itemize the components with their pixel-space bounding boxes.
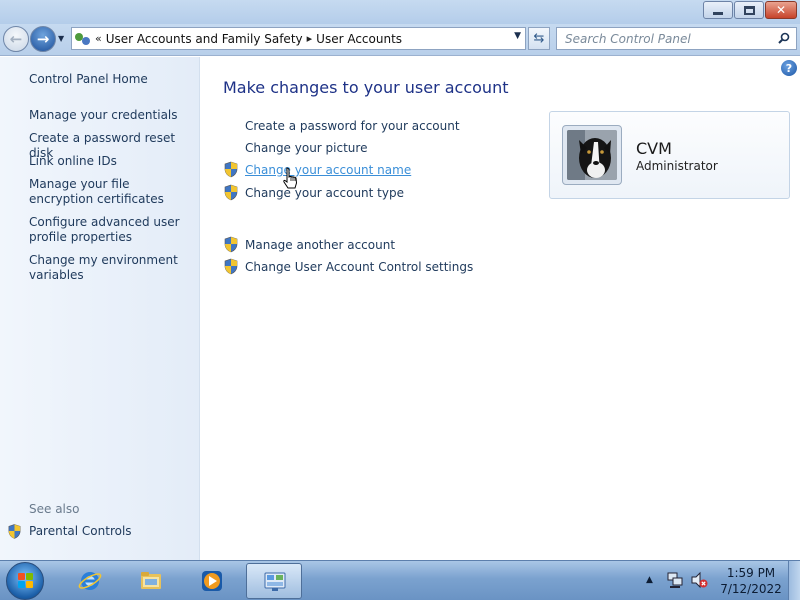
refresh-icon: ⇆ <box>533 31 545 46</box>
parental-controls-link[interactable]: Parental Controls <box>29 524 194 539</box>
maximize-button[interactable] <box>734 1 764 19</box>
media-player-icon <box>202 571 222 591</box>
shield-icon <box>224 258 238 275</box>
start-button[interactable] <box>6 562 44 600</box>
back-arrow-icon: ← <box>9 30 23 48</box>
search-input[interactable]: Search Control Panel <box>556 27 797 50</box>
forward-arrow-icon: → <box>36 30 50 48</box>
taskbar-windows-explorer[interactable] <box>123 563 179 599</box>
close-icon: ✕ <box>775 3 787 17</box>
back-button[interactable]: ← <box>3 26 29 52</box>
taskbar: ▲ 1:59 PM 7/12/2022 <box>0 560 800 600</box>
configure-advanced-profile-link[interactable]: Configure advanced user profile properti… <box>29 215 194 245</box>
shield-icon <box>8 524 21 539</box>
clock-date: 7/12/2022 <box>720 582 782 596</box>
create-password-link[interactable]: Create a password for your account <box>245 119 460 133</box>
address-bar[interactable]: « User Accounts and Family Safety ▸ User… <box>71 27 526 50</box>
address-dropdown-icon[interactable]: ▼ <box>514 31 521 41</box>
network-icon[interactable] <box>667 571 683 589</box>
folder-icon <box>141 572 161 589</box>
change-account-type-link[interactable]: Change your account type <box>245 186 404 200</box>
show-hidden-icons-button[interactable]: ▲ <box>646 575 653 585</box>
windows-logo-icon <box>18 573 34 589</box>
navigation-bar: ← → ▼ « User Accounts and Family Safety … <box>0 24 800 56</box>
hand-cursor-icon <box>283 167 298 189</box>
control-panel-home-link[interactable]: Control Panel Home <box>29 72 194 87</box>
see-also-heading: See also <box>29 502 80 516</box>
recent-pages-dropdown[interactable]: ▼ <box>58 34 64 43</box>
volume-muted-icon[interactable] <box>690 571 708 589</box>
account-name: CVM <box>636 139 672 158</box>
clock-time: 1:59 PM <box>726 566 776 580</box>
search-icon[interactable] <box>778 32 790 44</box>
breadcrumb-user-accounts-family-safety[interactable]: User Accounts and Family Safety <box>106 32 303 46</box>
search-placeholder: Search Control Panel <box>565 31 691 46</box>
system-clock[interactable]: 1:59 PM 7/12/2022 <box>716 565 786 597</box>
main-content: ? Make changes to your user account Crea… <box>201 57 800 560</box>
taskbar-internet-explorer[interactable] <box>62 563 118 599</box>
maximize-icon <box>735 2 763 18</box>
taskbar-control-panel[interactable] <box>246 563 302 599</box>
page-title: Make changes to your user account <box>223 78 509 97</box>
sidebar: Control Panel Home Manage your credentia… <box>0 57 200 560</box>
manage-file-encryption-link[interactable]: Manage your file encryption certificates <box>29 177 194 207</box>
change-picture-link[interactable]: Change your picture <box>245 141 367 155</box>
shield-icon <box>224 184 238 201</box>
forward-button[interactable]: → <box>30 26 56 52</box>
show-desktop-button[interactable] <box>788 561 800 600</box>
account-role: Administrator <box>636 159 718 173</box>
minimize-icon <box>704 2 732 18</box>
internet-explorer-icon <box>78 572 102 590</box>
help-icon[interactable]: ? <box>781 60 797 76</box>
user-accounts-icon <box>75 31 91 47</box>
shield-icon <box>224 161 238 178</box>
link-online-ids-link[interactable]: Link online IDs <box>29 154 194 169</box>
title-bar: ✕ <box>0 0 800 24</box>
refresh-button[interactable]: ⇆ <box>528 27 550 50</box>
close-button[interactable]: ✕ <box>765 1 797 19</box>
shield-icon <box>224 236 238 253</box>
account-card: CVM Administrator <box>549 111 790 199</box>
dog-picture <box>567 130 617 180</box>
minimize-button[interactable] <box>703 1 733 19</box>
change-account-name-link[interactable]: Change your account name <box>245 163 411 177</box>
window-controls: ✕ <box>702 1 797 19</box>
uac-settings-link[interactable]: Change User Account Control settings <box>245 260 473 274</box>
breadcrumb-user-accounts[interactable]: User Accounts <box>316 32 402 46</box>
manage-credentials-link[interactable]: Manage your credentials <box>29 108 194 123</box>
control-panel-icon <box>264 572 286 591</box>
breadcrumb-separator-icon[interactable]: ▸ <box>303 32 317 45</box>
avatar <box>562 125 622 185</box>
manage-another-account-link[interactable]: Manage another account <box>245 238 395 252</box>
breadcrumb-overflow-icon[interactable]: « <box>91 32 106 45</box>
change-environment-variables-link[interactable]: Change my environment variables <box>29 253 194 283</box>
taskbar-windows-media-player[interactable] <box>184 563 240 599</box>
